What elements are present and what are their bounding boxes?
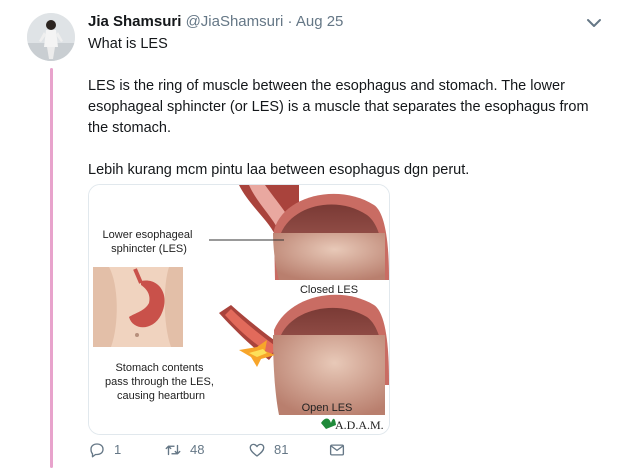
author-handle[interactable]: @JiaShamsuri	[186, 13, 284, 30]
reply-icon	[90, 443, 104, 458]
label-les-line-2: sphincter (LES)	[111, 243, 187, 255]
tweet[interactable]: Jia Shamsuri @JiaShamsuri · Aug 25 What …	[88, 12, 601, 458]
separator: ·	[287, 13, 293, 30]
tweet-paragraph-2: LES is the ring of muscle between the es…	[88, 78, 589, 136]
label-open-les: Open LES	[302, 402, 353, 414]
like-button[interactable]: 81	[248, 441, 288, 459]
avatar[interactable]	[27, 13, 75, 61]
label-les-line-1: Lower esophageal	[103, 229, 193, 241]
les-diagram: Lower esophageal sphincter (LES) Closed …	[89, 185, 389, 434]
like-icon	[249, 443, 265, 457]
tweet-paragraph-1: What is LES	[88, 36, 168, 52]
retweet-button[interactable]: 48	[164, 441, 204, 459]
tweet-header: Jia Shamsuri @JiaShamsuri · Aug 25	[88, 12, 593, 34]
direct-message-button[interactable]	[328, 441, 346, 459]
reply-button[interactable]: 1	[88, 441, 121, 459]
tweet-text: What is LES LES is the ring of muscle be…	[88, 34, 593, 181]
tweet-paragraph-3: Lebih kurang mcm pintu laa between esoph…	[88, 162, 470, 178]
label-contents-line-2: pass through the LES,	[105, 376, 214, 388]
label-contents-line-3: causing heartburn	[117, 390, 205, 402]
message-icon	[329, 444, 345, 456]
reply-count: 1	[114, 442, 122, 457]
thread-line	[50, 68, 53, 468]
label-closed-les: Closed LES	[300, 284, 358, 296]
like-count: 81	[274, 442, 289, 457]
retweet-icon	[165, 444, 181, 456]
label-stomach-contents: Stomach contents pass through the LES, c…	[105, 362, 217, 402]
adam-logo-text: A.D.A.M.	[335, 418, 384, 432]
tweet-media-image[interactable]: Lower esophageal sphincter (LES) Closed …	[88, 184, 390, 435]
torso-illustration	[93, 267, 183, 347]
tweet-actions: 1 48 81	[88, 441, 508, 463]
label-contents-line-1: Stomach contents	[115, 362, 204, 374]
avatar-image	[27, 13, 75, 61]
retweet-count: 48	[190, 442, 205, 457]
author-name[interactable]: Jia Shamsuri	[88, 13, 181, 30]
chevron-down-icon[interactable]	[585, 16, 603, 30]
timestamp[interactable]: Aug 25	[296, 13, 344, 30]
